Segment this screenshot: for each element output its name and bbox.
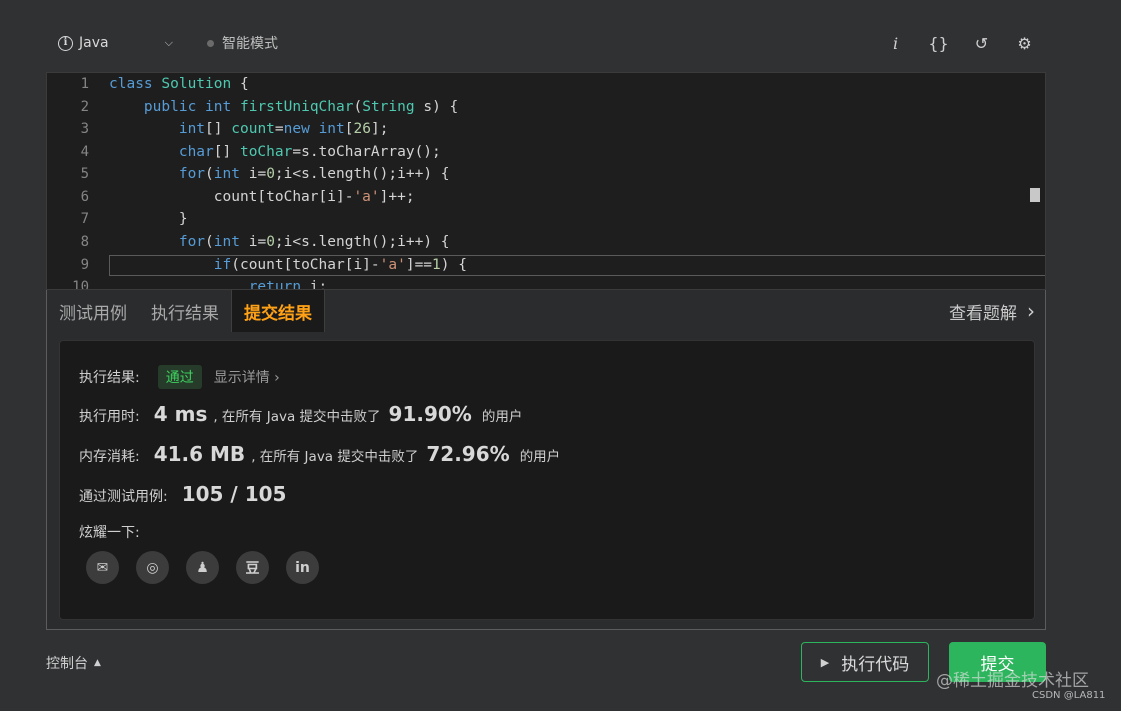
line-code: if(count[toChar[i]-'a']==1) {: [213, 256, 467, 273]
triangle-up-icon: ▲: [94, 658, 101, 668]
line-number: 3: [80, 121, 89, 138]
memory-label: 内存消耗:: [79, 449, 140, 465]
memory-percentile: 72.96%: [426, 442, 510, 466]
tab-run-result[interactable]: 执行结果: [139, 290, 231, 332]
console-toggle[interactable]: 控制台 ▲: [46, 653, 101, 673]
runtime-value: 4 ms: [153, 402, 208, 426]
result-tabs: 测试用例 执行结果 提交结果 查看题解 ›: [47, 290, 1045, 332]
show-details-link[interactable]: 显示详情 ›: [214, 367, 280, 387]
editor-toolbar: i Java ⌵ 智能模式 i {} ↺ ⚙: [46, 26, 1046, 60]
tab-test-case[interactable]: 测试用例: [47, 290, 139, 332]
memory-value: 41.6 MB: [153, 442, 246, 466]
qq-icon[interactable]: ♟: [186, 551, 219, 584]
share-buttons: ✉ ◎ ♟ 豆 in: [86, 551, 319, 584]
run-code-label: 执行代码: [841, 654, 910, 675]
share-label-row: 炫耀一下:: [79, 522, 140, 542]
line-code: for(int i=0;i<s.length();i++) {: [178, 233, 450, 250]
status-row: 执行结果: 通过 显示详情 ›: [79, 365, 280, 389]
run-code-button[interactable]: ▶ 执行代码: [801, 642, 929, 682]
result-panel: 测试用例 执行结果 提交结果 查看题解 › 执行结果: 通过 显示详情 › 执行…: [46, 290, 1046, 630]
memory-row: 内存消耗: 41.6 MB , 在所有 Java 提交中击败了 72.96% 的…: [79, 442, 560, 466]
share-label: 炫耀一下:: [79, 525, 140, 541]
runtime-suffix: 的用户: [481, 409, 523, 425]
line-number: 8: [80, 233, 89, 250]
language-label: Java: [79, 35, 109, 51]
runtime-label: 执行用时:: [79, 409, 140, 425]
douban-icon[interactable]: 豆: [236, 551, 269, 584]
runtime-percentile: 91.90%: [388, 402, 472, 426]
play-icon: ▶: [820, 655, 830, 669]
code-line: 3 int[] count=new int[26];: [47, 118, 1045, 141]
line-code: count[toChar[i]-'a']++;: [109, 188, 415, 205]
language-select[interactable]: i Java ⌵: [46, 26, 181, 60]
line-code: }: [109, 211, 188, 228]
line-number: 5: [80, 166, 89, 183]
code-line: 7 }: [47, 208, 1045, 231]
line-code: class Solution {: [109, 76, 249, 93]
code-line: 6 count[toChar[i]-'a']++;: [47, 186, 1045, 209]
info-icon: i: [58, 35, 73, 51]
chevron-right-icon: ›: [1027, 299, 1035, 323]
line-code: public int firstUniqChar(String s) {: [143, 98, 459, 115]
code-editor[interactable]: 1 class Solution { 2 public int firstUni…: [46, 72, 1046, 290]
code-line: 1 class Solution {: [47, 73, 1045, 96]
tab-submit-result[interactable]: 提交结果: [231, 290, 325, 332]
status-label: 执行结果:: [79, 370, 140, 386]
tool-icons: i {} ↺ ⚙: [874, 28, 1046, 58]
braces-icon[interactable]: {}: [917, 28, 960, 58]
line-number: 6: [80, 188, 89, 205]
code-line: 2 public int firstUniqChar(String s) {: [47, 96, 1045, 119]
test-cases-label: 通过测试用例:: [79, 489, 168, 505]
runtime-description: , 在所有 Java 提交中击败了: [213, 409, 381, 425]
test-cases-value: 105 / 105: [181, 482, 287, 506]
code-line: 4 char[] toChar=s.toCharArray();: [47, 141, 1045, 164]
line-code: char[] toChar=s.toCharArray();: [178, 143, 441, 160]
chevron-down-icon: ⌵: [164, 36, 173, 49]
line-number: 10: [72, 279, 89, 290]
line-number: 1: [80, 76, 89, 93]
code-line: 9 if(count[toChar[i]-'a']==1) {: [47, 254, 1045, 277]
line-number: 9: [80, 256, 89, 273]
watermark: @稀土掘金技术社区: [936, 671, 1089, 691]
line-code: for(int i=0;i<s.length();i++) {: [178, 166, 450, 183]
memory-description: , 在所有 Java 提交中击败了: [251, 449, 419, 465]
wechat-icon[interactable]: ✉: [86, 551, 119, 584]
watermark-small: CSDN @LA811: [1032, 690, 1106, 701]
view-solution-link[interactable]: 查看题解 ›: [949, 299, 1045, 324]
line-code: int[] count=new int[26];: [178, 121, 389, 138]
code-line: 8 for(int i=0;i<s.length();i++) {: [47, 231, 1045, 254]
smart-mode-toggle[interactable]: 智能模式: [207, 33, 278, 53]
mode-dot-icon: [207, 39, 214, 47]
weibo-icon[interactable]: ◎: [136, 551, 169, 584]
line-number: 7: [80, 211, 89, 228]
code-line: 10 return i;: [47, 276, 1045, 290]
runtime-row: 执行用时: 4 ms , 在所有 Java 提交中击败了 91.90% 的用户: [79, 402, 522, 426]
memory-suffix: 的用户: [519, 449, 561, 465]
line-code: return i;: [248, 279, 328, 290]
code-line: 5 for(int i=0;i<s.length();i++) {: [47, 163, 1045, 186]
status-badge: 通过: [157, 365, 202, 389]
undo-icon[interactable]: ↺: [960, 28, 1003, 58]
info-icon[interactable]: i: [874, 28, 917, 58]
mode-label: 智能模式: [222, 36, 278, 52]
console-label: 控制台: [46, 656, 88, 672]
linkedin-icon[interactable]: in: [286, 551, 319, 584]
submission-result: 执行结果: 通过 显示详情 › 执行用时: 4 ms , 在所有 Java 提交…: [59, 340, 1035, 620]
view-solution-label: 查看题解: [949, 303, 1017, 324]
line-number: 4: [80, 143, 89, 160]
line-number: 2: [80, 98, 89, 115]
test-cases-row: 通过测试用例: 105 / 105: [79, 482, 292, 506]
scrollbar-marker[interactable]: [1030, 188, 1040, 202]
settings-icon[interactable]: ⚙: [1003, 28, 1046, 58]
